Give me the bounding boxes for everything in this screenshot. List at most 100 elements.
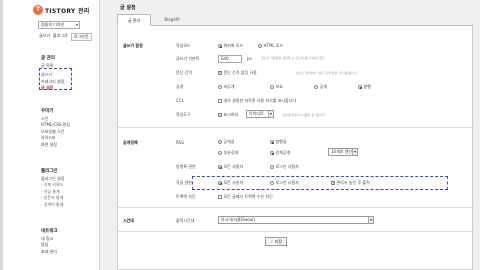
option-label: 보호 <box>275 84 283 89</box>
option-label: 표시하지 <box>223 112 239 117</box>
timezone-label: 출력시간대 <box>176 218 195 223</box>
timezone-value: 아시아/서울(Seoul) <box>221 217 255 222</box>
radio-icon[interactable] <box>314 85 318 89</box>
tab-post-settings[interactable]: 글 관리 <box>117 14 151 26</box>
sidebar: T TISTORY 관리 정중의 디자인 ▾ 글쓰기 블로그로 로그아웃 글 관… <box>3 0 100 270</box>
paragraph-label: 문단 간격 <box>176 70 192 75</box>
tistory-logo[interactable]: T TISTORY 관리 <box>33 5 90 15</box>
editor-mode-wysiwyg[interactable]: 위지윅 모드 <box>218 43 243 49</box>
option-label: 위지윅 모드 <box>223 43 244 48</box>
radio-icon[interactable] <box>258 44 262 48</box>
menu-title[interactable]: 네트워크 <box>41 228 58 234</box>
sidebar-item-visitors[interactable]: - 방문자 통계 <box>41 195 64 201</box>
option-label: 모든 글에서 트랙백 수신 차단 <box>223 194 273 199</box>
write-link[interactable]: 글쓰기 <box>39 33 50 41</box>
ccl-option[interactable]: 내가 설정한 저작권 사용 허가를 표시합니다 <box>218 98 296 104</box>
checkbox-icon[interactable] <box>218 112 222 117</box>
save-button[interactable]: ✓ 저장 <box>265 237 287 246</box>
post-perm-admin-approval[interactable]: 관리자 승인 후 출력 <box>331 180 370 186</box>
rss-count-value: 10개로 갱신 <box>331 149 353 154</box>
author-label: 작성도구 <box>176 112 191 117</box>
paragraph-hint: 글쓰기 화면에서 "문단 간격 없음" 을 사용합니다 <box>296 71 357 75</box>
sidebar-item-html-css[interactable]: HTML/CSS 편집 <box>41 122 70 128</box>
radio-icon[interactable] <box>218 140 222 144</box>
sidebar-item-screen[interactable]: 화면 설정 <box>41 142 70 148</box>
post-perm-login[interactable]: 로그인 사용자 <box>270 180 299 186</box>
rss-count-select[interactable]: 10개로 갱신 ▾ <box>328 148 358 156</box>
section-divider <box>118 207 474 208</box>
check-icon: ✓ <box>269 239 274 244</box>
visibility-public[interactable]: 공개 <box>314 84 327 90</box>
checkbox-icon[interactable] <box>218 99 222 103</box>
sidebar-item-referrer[interactable]: - 리퍼 키워드 <box>41 182 64 188</box>
guestbook-perm-all[interactable]: 모든 사용자 <box>218 164 243 170</box>
rss-published[interactable]: 발행글 <box>270 139 287 145</box>
default-width-input[interactable]: 640 <box>218 55 242 63</box>
radio-icon[interactable] <box>270 165 274 169</box>
rss-partial[interactable]: 부분공개 <box>218 150 238 156</box>
checkbox-icon[interactable] <box>331 180 335 185</box>
sidebar-highlight-box <box>39 68 72 90</box>
radio-icon[interactable] <box>218 44 222 48</box>
section-publish: 공개정책 <box>123 140 138 145</box>
tab-blogapi[interactable]: BlogAPI <box>155 14 189 26</box>
radio-icon[interactable] <box>218 85 222 89</box>
option-label: 전체공개 <box>275 150 291 155</box>
blog-select[interactable]: 정중의 디자인 ▾ <box>38 21 80 29</box>
option-label: 로그인 사용자 <box>275 164 299 169</box>
tab-bar: 글 관리 BlogAPI <box>117 14 473 26</box>
option-label: 발행글 <box>275 139 287 144</box>
blog-select-value: 정중의 디자인 <box>41 22 65 27</box>
visibility-protected[interactable]: 보호 <box>270 84 283 90</box>
author-show-option[interactable]: 표시하지 <box>218 112 238 118</box>
logo-text: TISTORY 관리 <box>45 7 90 15</box>
rss-public[interactable]: 공개글 <box>218 139 235 145</box>
menu-section-network: 네트워크 내 링크 알림 초대 관리 <box>41 228 58 255</box>
trackback-option[interactable]: 모든 글에서 트랙백 수신 차단 <box>218 194 273 200</box>
option-label: 발행 <box>363 84 371 89</box>
sidebar-item-invites[interactable]: 초대 관리 <box>41 249 58 255</box>
rss-full[interactable]: 전체공개 <box>270 150 290 156</box>
editor-mode-html[interactable]: HTML 모드 <box>258 43 283 49</box>
radio-icon[interactable] <box>218 181 222 185</box>
option-label: 부분공개 <box>223 150 239 155</box>
visibility-private[interactable]: 비공개 <box>218 84 235 90</box>
checkbox-icon[interactable] <box>218 70 222 75</box>
option-label: 비공개 <box>223 84 235 89</box>
radio-icon[interactable] <box>218 151 222 155</box>
visibility-publish[interactable]: 발행 <box>358 84 371 90</box>
radio-icon[interactable] <box>270 85 274 89</box>
option-label: 로그인 사용자 <box>275 180 299 185</box>
author-select-value: 아이디로 <box>249 111 264 116</box>
menu-title[interactable]: 글 관리 <box>41 55 64 61</box>
post-perm-label: 작글 권한 <box>176 180 192 185</box>
radio-icon[interactable] <box>218 165 222 169</box>
author-select[interactable]: 아이디로 ▾ <box>246 110 274 118</box>
option-label: HTML 모드 <box>263 43 284 48</box>
menu-section-plugins: 플러그인 플러그인 설정 - 리퍼 키워드 - 유입 통계 - 방문자 통계 -… <box>41 168 64 208</box>
option-label: 관리자 승인 후 출력 <box>336 180 370 185</box>
blog-link[interactable]: 블로그로 <box>53 33 68 41</box>
sidebar-item-search-terms[interactable]: - 검색어 통계 <box>41 202 64 208</box>
ccl-label: CCL <box>176 98 184 103</box>
radio-icon[interactable] <box>270 181 274 185</box>
main-content: 글 설정 글 관리 BlogAPI 글쓰기 환경 작성모드 위지윅 모드 HTM… <box>100 0 480 270</box>
menu-title[interactable]: 플러그인 <box>41 168 64 174</box>
radio-icon[interactable] <box>358 85 362 89</box>
paragraph-option[interactable]: 문단 간격 없음 사용 <box>218 70 257 76</box>
radio-icon[interactable] <box>270 151 274 155</box>
editor-mode-label: 작성모드 <box>176 43 191 48</box>
logout-button[interactable]: 로그아웃 <box>70 33 92 41</box>
default-width-hint: 글쓰기 기본폭은 설정을 수 있으며 글쓰기에서 접근 <box>261 56 325 60</box>
chevron-down-icon: ▾ <box>268 111 273 117</box>
save-label: 저장 <box>274 239 282 244</box>
radio-icon[interactable] <box>270 140 274 144</box>
post-perm-all[interactable]: 모든 사용자 <box>218 180 243 186</box>
default-width-label: 글쓰기 기본폭 <box>176 56 200 61</box>
checkbox-icon[interactable] <box>218 195 222 199</box>
menu-title[interactable]: 꾸미기 <box>41 108 70 114</box>
guestbook-perm-login[interactable]: 로그인 사용자 <box>270 164 299 170</box>
timezone-select[interactable]: 아시아/서울(Seoul) ▾ <box>218 216 374 224</box>
option-label: 공개글 <box>223 139 235 144</box>
settings-panel: 글쓰기 환경 작성모드 위지윅 모드 HTML 모드 글쓰기 기본폭 640 p… <box>117 26 474 270</box>
